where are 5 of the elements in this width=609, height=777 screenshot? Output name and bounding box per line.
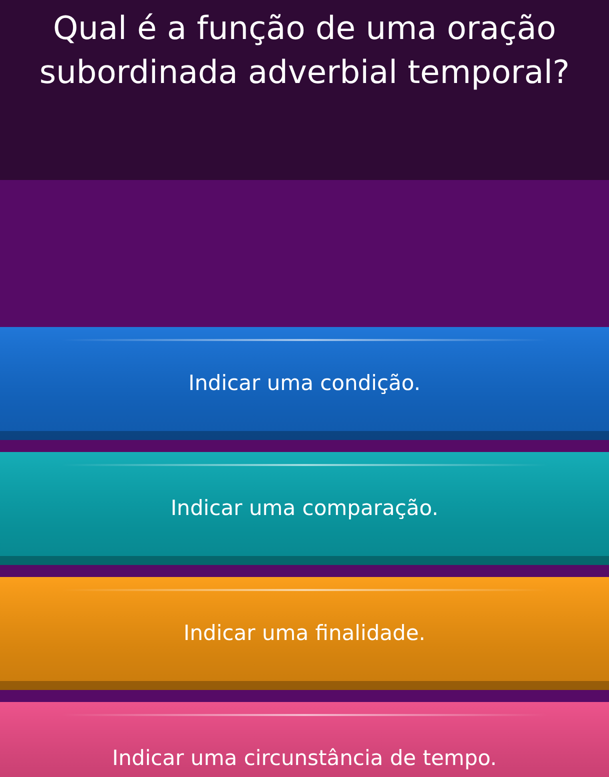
- answer-button[interactable]: Indicar uma condição.: [0, 327, 609, 440]
- question-text: Qual é a função de uma oração subordinada adverbial temporal?: [38, 8, 571, 93]
- answer-button[interactable]: Indicar uma circunstância de tempo.: [0, 702, 609, 777]
- answer-button[interactable]: Indicar uma finalidade.: [0, 577, 609, 690]
- answer-button[interactable]: Indicar uma comparação.: [0, 452, 609, 565]
